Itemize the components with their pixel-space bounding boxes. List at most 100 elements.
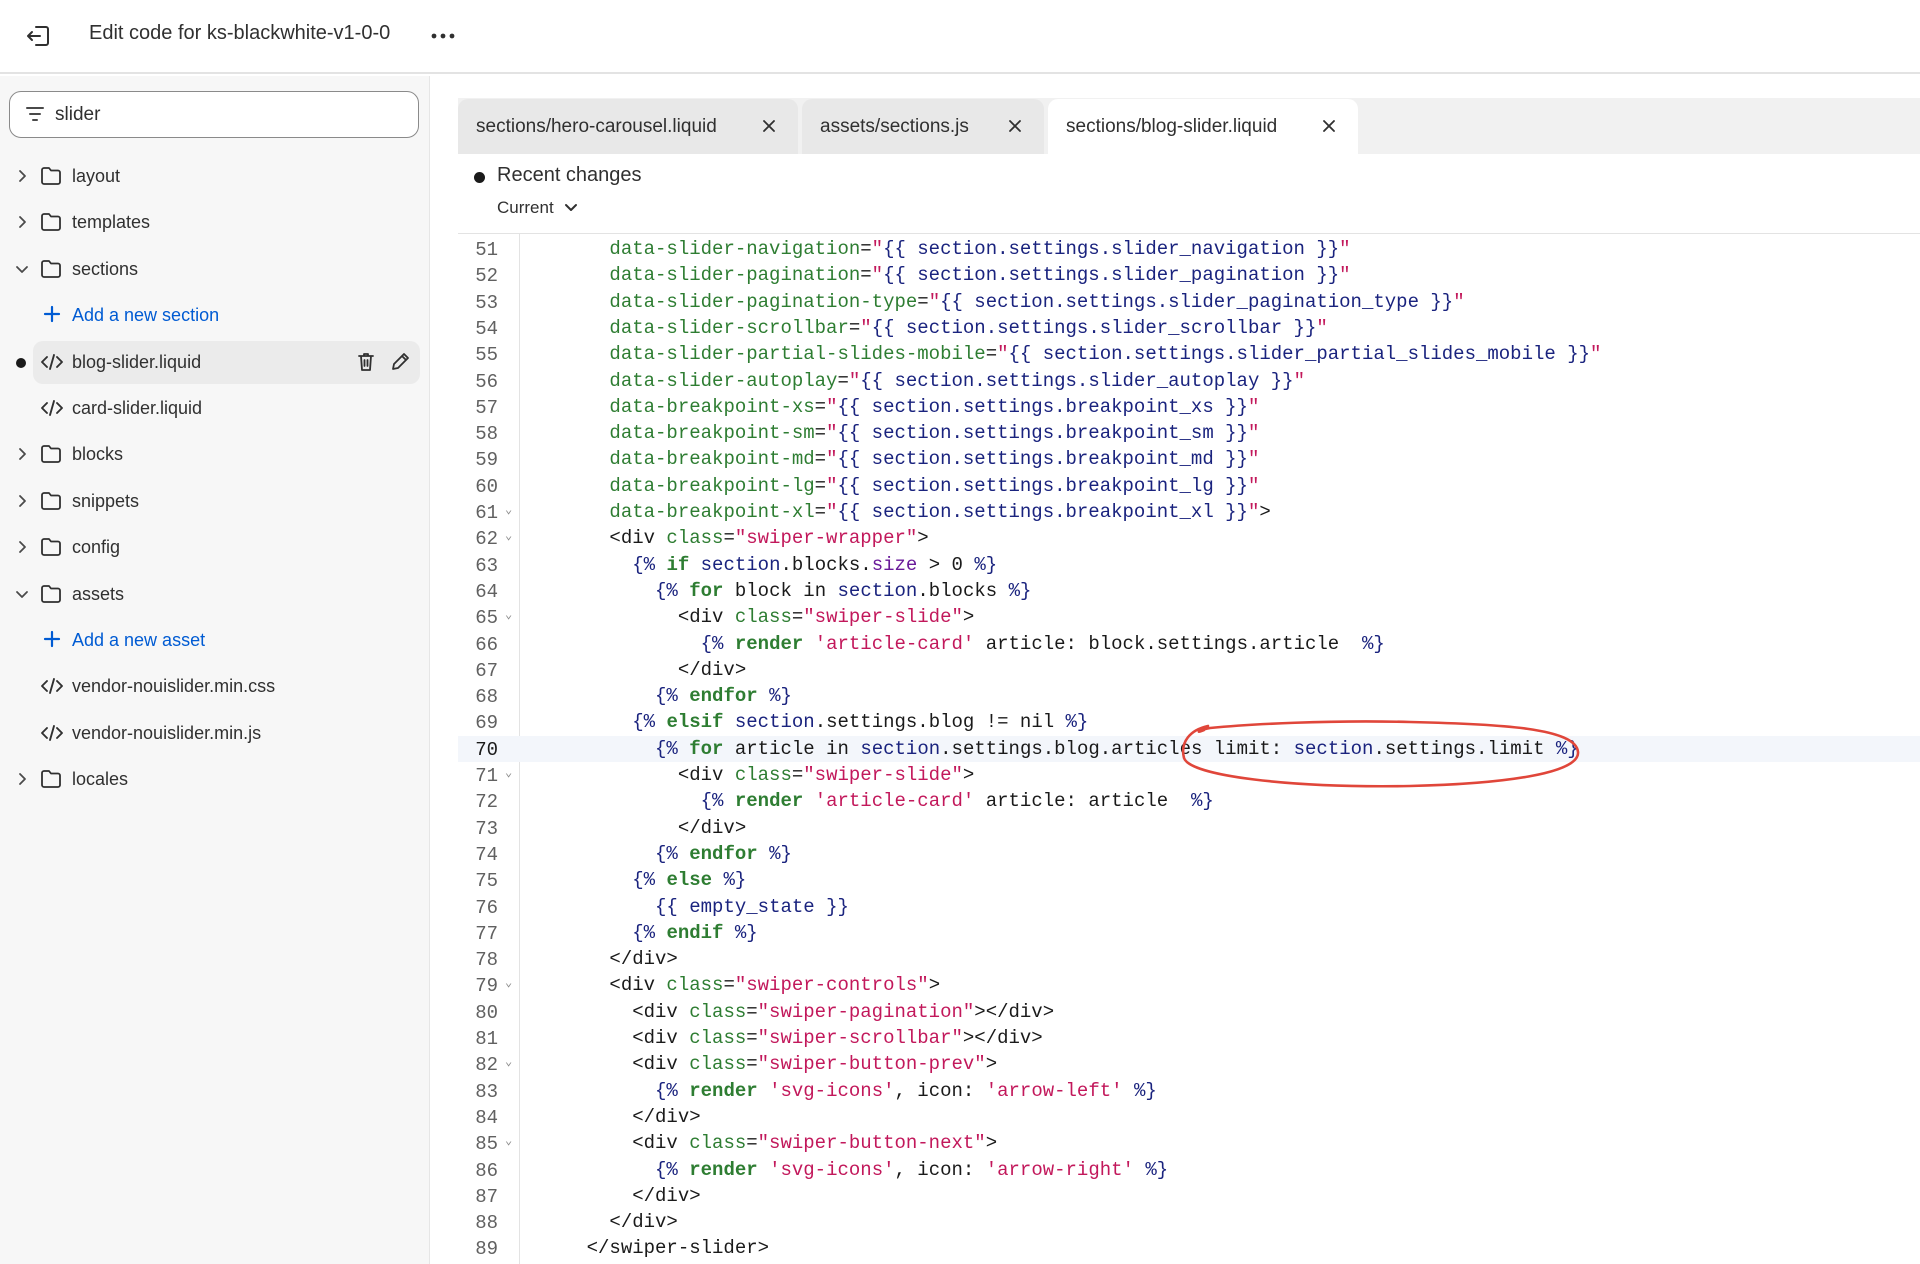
code-line[interactable]: 56 data-slider-autoplay="{{ section.sett… [458,368,1920,394]
folder-label: layout [72,166,121,186]
folder-config[interactable]: config [0,525,430,569]
code-line[interactable]: 57 data-breakpoint-xs="{{ section.settin… [458,394,1920,420]
fold-chevron-icon[interactable]: ⌄ [505,502,512,517]
code-line[interactable]: 70 {% for article in section.settings.bl… [458,735,1920,762]
code-line[interactable]: 68 {% endfor %} [458,683,1920,709]
code-line[interactable]: 84 </div> [458,1104,1920,1130]
code-line[interactable]: 85 ⌄ <div class="swiper-button-next"> [458,1130,1920,1156]
code-line[interactable]: 60 data-breakpoint-lg="{{ section.settin… [458,473,1920,499]
code-line[interactable]: 74 {% endfor %} [458,841,1920,867]
code-line[interactable]: 88 </div> [458,1209,1920,1235]
file-vendor-nouislider-min-js[interactable]: vendor-nouislider.min.js [0,711,430,755]
fold-chevron-icon[interactable]: ⌄ [505,975,512,990]
code-line[interactable]: 54 data-slider-scrollbar="{{ section.set… [458,315,1920,341]
code-line[interactable]: 59 data-breakpoint-md="{{ section.settin… [458,446,1920,472]
code-text: <div class="swiper-slide"> [541,606,975,629]
fold-chevron-icon[interactable]: ⌄ [505,1133,512,1148]
code-text: {% for block in section.blocks %} [655,579,1032,602]
code-line[interactable]: 80 <div class="swiper-pagination"></div> [458,999,1920,1025]
folder-snippets[interactable]: snippets [0,479,430,523]
code-line[interactable]: 87 </div> [458,1183,1920,1209]
code-line[interactable]: 65 ⌄ <div class="swiper-slide"> [458,604,1920,630]
folder-locales[interactable]: locales [0,757,430,801]
code-line[interactable]: 66 {% render 'article-card' article: blo… [458,631,1920,657]
code-text: data-breakpoint-lg="{{ section.settings.… [609,474,1260,497]
code-line[interactable]: 62 ⌄ <div class="swiper-wrapper"> [458,525,1920,551]
code-line[interactable]: 86 {% render 'svg-icons', icon: 'arrow-r… [458,1157,1920,1183]
code-line[interactable]: 76 {{ empty_state }} [458,894,1920,920]
modified-dot-icon [16,357,26,368]
trash-icon[interactable] [354,350,378,374]
file-card-slider-liquid[interactable]: card-slider.liquid [0,386,430,430]
code-line[interactable]: 75 {% else %} [458,867,1920,893]
chevron-right-icon[interactable] [14,168,30,184]
code-text: </div> [541,1105,701,1128]
chevron-right-icon[interactable] [14,493,30,509]
folder-sections[interactable]: sections [0,247,430,291]
ellipsis-icon[interactable] [426,20,460,52]
chevron-right-icon[interactable] [14,214,30,230]
close-icon[interactable] [1316,113,1342,139]
code-line[interactable]: 71 ⌄ <div class="swiper-slide"> [458,762,1920,788]
version-dropdown[interactable]: Current [497,198,578,218]
fold-chevron-icon[interactable]: ⌄ [505,528,512,543]
code-line[interactable]: 61 ⌄ data-breakpoint-xl="{{ section.setti… [458,499,1920,525]
tab-sections-js[interactable]: assets/sections.js [802,99,1044,154]
code-line[interactable]: 51 data-slider-navigation="{{ section.se… [458,236,1920,262]
chevron-right-icon[interactable] [14,771,30,787]
code-text: <div class="swiper-pagination"></div> [541,1000,1055,1023]
fold-chevron-icon[interactable]: ⌄ [505,607,512,622]
folder-layout[interactable]: layout [0,154,430,198]
chevron-right-icon[interactable] [14,446,30,462]
folder-icon [40,166,62,186]
code-line[interactable]: 79 ⌄ <div class="swiper-controls"> [458,972,1920,998]
code-line[interactable]: 77 {% endif %} [458,920,1920,946]
fold-chevron-icon[interactable]: ⌄ [505,765,512,780]
code-line[interactable]: 53 data-slider-pagination-type="{{ secti… [458,289,1920,315]
file-vendor-nouislider-min-css[interactable]: vendor-nouislider.min.css [0,664,430,708]
line-number: 77 [475,922,498,945]
tab-blog-slider[interactable]: sections/blog-slider.liquid [1048,99,1358,154]
add-a-new-asset-button[interactable]: Add a new asset [0,618,430,662]
tab-hero-carousel[interactable]: sections/hero-carousel.liquid [458,99,798,154]
code-line[interactable]: 83 {% render 'svg-icons', icon: 'arrow-l… [458,1078,1920,1104]
code-line[interactable]: 69 {% elsif section.settings.blog != nil… [458,709,1920,735]
line-number: 76 [475,896,498,919]
file-label: vendor-nouislider.min.css [72,676,276,697]
fold-chevron-icon[interactable]: ⌄ [505,1054,512,1069]
code-text: </div> [541,816,747,839]
search-field[interactable] [9,91,419,138]
search-input[interactable] [55,100,405,130]
file-blog-slider-liquid[interactable]: blog-slider.liquid [0,340,430,384]
line-number: 67 [475,659,498,682]
chevron-right-icon[interactable] [14,539,30,555]
tab-label: sections/blog-slider.liquid [1066,116,1277,138]
code-line[interactable]: 72 {% render 'article-card' article: art… [458,788,1920,814]
code-line[interactable]: 52 data-slider-pagination="{{ section.se… [458,262,1920,288]
close-icon[interactable] [1002,113,1028,139]
exit-icon[interactable] [22,20,54,52]
code-line[interactable]: 73 </div> [458,815,1920,841]
code-line[interactable]: 58 data-breakpoint-sm="{{ section.settin… [458,420,1920,446]
chevron-down-icon[interactable] [14,586,30,602]
folder-templates[interactable]: templates [0,200,430,244]
folder-icon [40,212,62,232]
code-line[interactable]: 78 </div> [458,946,1920,972]
close-icon[interactable] [756,113,782,139]
code-line[interactable]: 55 data-slider-partial-slides-mobile="{{… [458,341,1920,367]
code-text: data-breakpoint-xs="{{ section.settings.… [609,395,1260,418]
line-number: 74 [475,843,498,866]
code-line[interactable]: 89 </swiper-slider> [458,1235,1920,1261]
code-line[interactable]: 64 {% for block in section.blocks %} [458,578,1920,604]
code-line[interactable]: 81 <div class="swiper-scrollbar"></div> [458,1025,1920,1051]
line-number: 58 [475,423,498,446]
code-text: <div class="swiper-scrollbar"></div> [541,1027,1043,1049]
folder-blocks[interactable]: blocks [0,432,430,476]
folder-assets[interactable]: assets [0,572,430,616]
pencil-icon[interactable] [388,350,412,374]
add-a-new-section-button[interactable]: Add a new section [0,293,430,337]
code-line[interactable]: 67 </div> [458,657,1920,683]
code-line[interactable]: 82 ⌄ <div class="swiper-button-prev"> [458,1051,1920,1077]
chevron-down-icon[interactable] [14,261,30,277]
code-line[interactable]: 63 {% if section.blocks.size > 0 %} [458,552,1920,578]
